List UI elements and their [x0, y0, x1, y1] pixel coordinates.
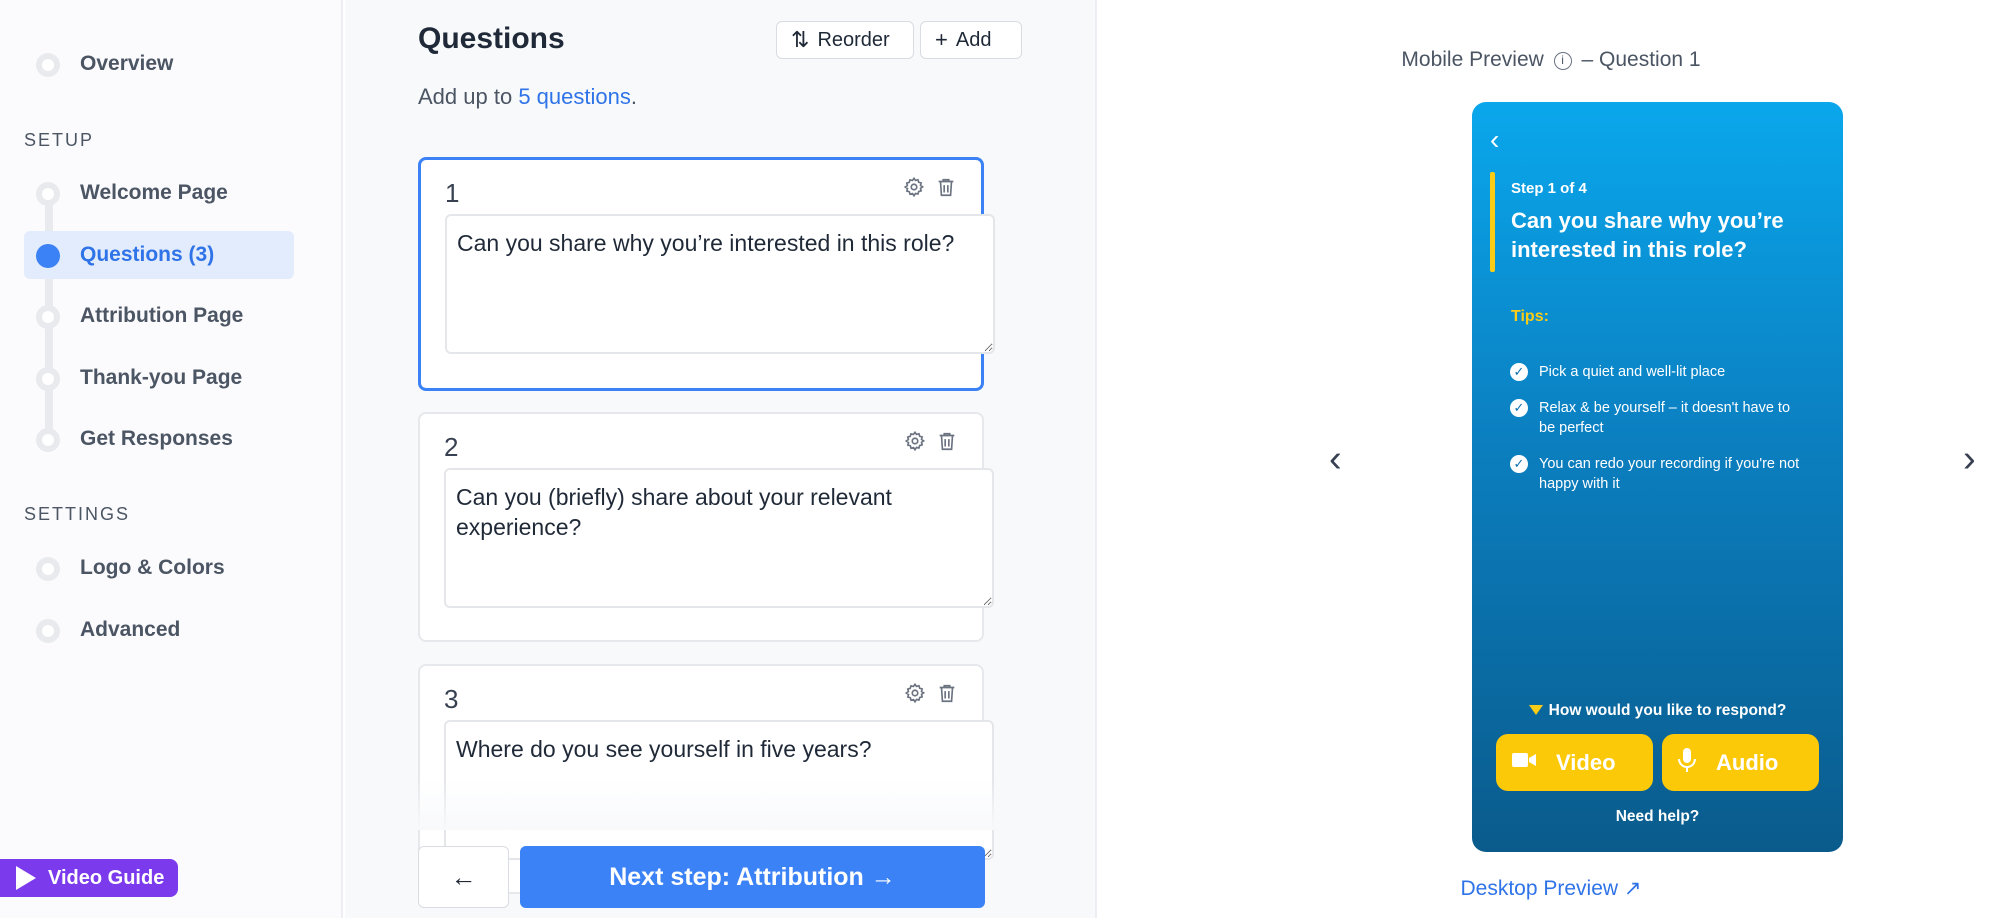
question-number: 3 [444, 684, 459, 714]
questions-subtitle: Add up to 5 questions. [418, 84, 637, 110]
sidebar-item-label: Thank-you Page [80, 366, 243, 389]
question-card-1[interactable]: 1 Can you share why you’re interested in… [418, 157, 995, 391]
step-dot-active [36, 244, 60, 268]
desktop-preview-link[interactable]: Desktop Preview ↗ [1097, 876, 1999, 901]
info-icon[interactable]: i [1553, 52, 1572, 70]
audio-label: Audio [1716, 749, 1779, 775]
trash-icon[interactable] [936, 682, 958, 704]
preview-title: Mobile Preview i – Question 1 [1097, 48, 1999, 72]
tip-text: Pick a quiet and well-lit place [1539, 364, 1726, 380]
reorder-label: Reorder [817, 28, 890, 51]
next-step-button[interactable]: Next step: Attribution → [520, 846, 985, 908]
scroll-fade [345, 780, 1095, 830]
step-dot [36, 305, 60, 329]
page-title: Questions [418, 22, 565, 55]
section-label-settings: SETTINGS [24, 504, 131, 524]
question-text-input[interactable]: Can you share why you’re interested in t… [445, 214, 995, 354]
subtitle-suffix: . [630, 84, 637, 109]
sidebar-item-logo-colors[interactable]: Logo & Colors [24, 544, 294, 592]
sidebar-item-overview[interactable]: Overview [24, 40, 294, 88]
gear-icon[interactable] [903, 176, 925, 198]
check-icon: ✓ [1510, 363, 1528, 381]
respond-prompt: How would you like to respond? [1472, 702, 1843, 720]
microphone-icon [1678, 747, 1696, 778]
play-icon [16, 866, 36, 890]
back-button[interactable]: ← [418, 846, 509, 908]
preview-question-text: Can you share why you’re interested in t… [1511, 208, 1784, 262]
video-guide-label: Video Guide [48, 866, 165, 889]
gear-icon[interactable] [904, 682, 926, 704]
trash-icon[interactable] [936, 430, 958, 452]
need-help-link[interactable]: Need help? [1472, 808, 1843, 826]
reorder-button[interactable]: ⇅ Reorder [776, 21, 914, 59]
step-indicator: Step 1 of 4 [1511, 180, 1587, 197]
trash-icon[interactable] [935, 176, 957, 198]
step-dot [36, 182, 60, 206]
sidebar-item-attribution-page[interactable]: Attribution Page [24, 292, 294, 340]
sidebar-item-label: Attribution Page [80, 304, 244, 327]
preview-panel: Mobile Preview i – Question 1 ‹ › ‹ Step… [1095, 0, 1999, 918]
step-dot [36, 619, 60, 643]
sidebar-item-label: Questions (3) [80, 243, 215, 266]
check-icon: ✓ [1510, 399, 1528, 417]
question-card-2[interactable]: 2 Can you (briefly) share about your rel… [418, 412, 994, 642]
video-camera-icon [1512, 751, 1536, 775]
step-dot [36, 557, 60, 581]
triangle-down-icon [1528, 705, 1543, 715]
sidebar-item-questions[interactable]: Questions (3) [24, 231, 294, 279]
step-dot [36, 428, 60, 452]
video-response-button[interactable]: Video [1496, 734, 1653, 791]
step-dot [36, 367, 60, 391]
sidebar: Overview SETUP Welcome Page Questions (3… [0, 0, 343, 918]
plus-icon: + [935, 27, 948, 52]
question-number: 1 [445, 178, 460, 208]
video-label: Video [1556, 749, 1616, 775]
audio-response-button[interactable]: Audio [1662, 734, 1819, 791]
sidebar-item-label: Overview [80, 52, 174, 75]
tip-item: ✓ You can redo your recording if you're … [1510, 454, 1810, 494]
respond-prompt-text: How would you like to respond? [1548, 702, 1787, 719]
add-label: Add [955, 28, 992, 51]
preview-question-label: – Question 1 [1581, 48, 1701, 71]
mobile-preview-phone: ‹ Step 1 of 4 Can you share why you’re i… [1472, 102, 1843, 852]
max-questions-link[interactable]: 5 questions [518, 84, 631, 109]
tip-text: Relax & be yourself – it doesn't have to… [1539, 400, 1791, 436]
sidebar-item-label: Welcome Page [80, 181, 228, 204]
sidebar-item-thank-you-page[interactable]: Thank-you Page [24, 354, 294, 402]
tips-label: Tips: [1511, 308, 1549, 325]
tip-text: You can redo your recording if you're no… [1539, 456, 1800, 492]
add-question-button[interactable]: + Add [920, 21, 1022, 59]
preview-title-label: Mobile Preview [1401, 48, 1544, 71]
accent-bar [1490, 172, 1495, 272]
previous-question-arrow[interactable]: ‹ [1329, 438, 1342, 481]
sidebar-item-label: Get Responses [80, 427, 233, 450]
next-question-arrow[interactable]: › [1963, 438, 1976, 481]
sidebar-item-welcome-page[interactable]: Welcome Page [24, 169, 294, 217]
tip-item: ✓ Relax & be yourself – it doesn't have … [1510, 398, 1810, 438]
reorder-icon: ⇅ [791, 27, 810, 52]
section-label-setup: SETUP [24, 130, 95, 150]
check-icon: ✓ [1510, 455, 1528, 473]
tip-item: ✓ Pick a quiet and well-lit place [1510, 362, 1810, 382]
step-dot [36, 53, 60, 77]
sidebar-item-label: Logo & Colors [80, 556, 225, 579]
sidebar-item-label: Advanced [80, 618, 181, 641]
chevron-left-icon[interactable]: ‹ [1490, 124, 1499, 156]
question-number: 2 [444, 432, 459, 462]
sidebar-item-advanced[interactable]: Advanced [24, 606, 294, 654]
questions-panel: Questions ⇅ Reorder + Add Add up to 5 qu… [345, 0, 1095, 918]
video-guide-button[interactable]: Video Guide [0, 859, 178, 897]
sidebar-item-get-responses[interactable]: Get Responses [24, 415, 294, 463]
gear-icon[interactable] [904, 430, 926, 452]
subtitle-text: Add up to [418, 84, 519, 109]
question-text-input[interactable]: Can you (briefly) share about your relev… [444, 468, 994, 608]
